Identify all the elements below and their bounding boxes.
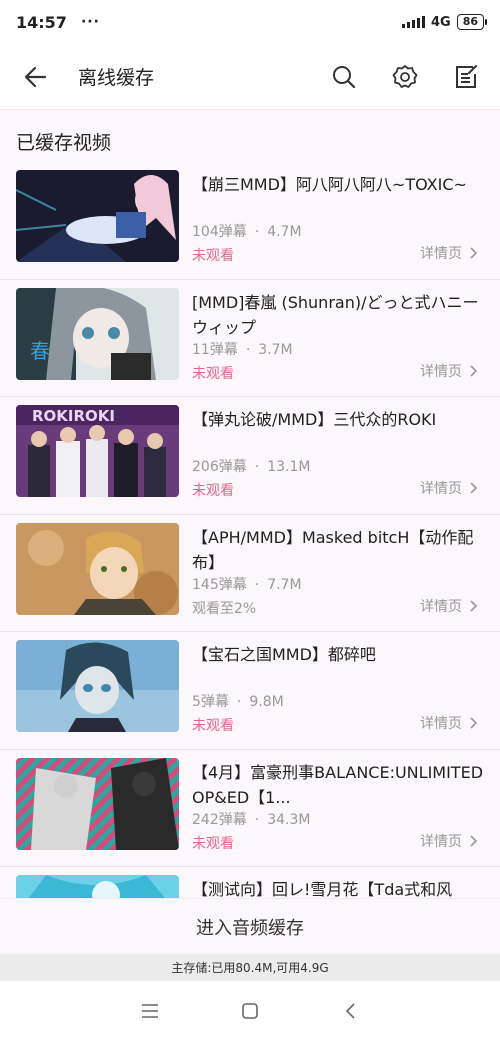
video-title: [MMD]春嵐 (Shunran)/どっと式ハニーウィップ bbox=[192, 292, 479, 337]
detail-label: 详情页 bbox=[420, 716, 462, 732]
video-meta: 206弹幕 · 13.1M bbox=[192, 459, 311, 475]
detail-label: 详情页 bbox=[420, 833, 462, 850]
list-item[interactable]: 【宝石之国MMD】都碎吧 5弹幕 · 9.8M 未观看 详情页 bbox=[0, 632, 500, 750]
chevron-right-icon bbox=[470, 482, 478, 494]
video-meta: 145弹幕 · 7.7M bbox=[192, 576, 302, 593]
file-size: 13.1M bbox=[267, 459, 311, 475]
video-title: 【4月】富豪刑事BALANCE:UNLIMITED OP&ED【1... bbox=[192, 762, 484, 807]
page-title: 离线缓存 bbox=[78, 67, 155, 89]
square-icon bbox=[242, 1002, 258, 1019]
chevron-right-icon bbox=[470, 834, 478, 847]
back-button[interactable] bbox=[14, 55, 58, 99]
danmaku-count: 145弹幕 bbox=[192, 576, 247, 593]
watch-status: 未观看 bbox=[192, 365, 234, 382]
list-item[interactable]: 春 [MMD]春嵐 (Shunran)/どっと式ハニーウィップ 11弹幕 · 3.7… bbox=[0, 280, 500, 397]
detail-link[interactable]: 详情页 bbox=[420, 478, 478, 498]
list-item[interactable]: 【APH/MMD】Masked bitcH【动作配布】 145弹幕 · 7.7M 观… bbox=[0, 515, 500, 632]
video-title: 【宝石之国MMD】都碎吧 bbox=[192, 645, 376, 664]
video-title: 【APH/MMD】Masked bitcH【动作配布】 bbox=[192, 527, 474, 572]
video-title: 【崩三MMD】阿八阿八阿八~TOXIC~ bbox=[192, 175, 467, 194]
danmaku-count: 11弹幕 bbox=[192, 341, 238, 358]
video-title: 【弹丸论破/MMD】三代众的ROKI bbox=[192, 410, 437, 429]
watch-status: 观看至2% bbox=[192, 600, 257, 617]
video-meta: 11弹幕 · 3.7M bbox=[192, 341, 293, 358]
thumb-text: ROKIROKI bbox=[32, 407, 115, 425]
video-thumbnail: 春 bbox=[16, 287, 179, 380]
chevron-left-icon bbox=[345, 1002, 355, 1019]
detail-link[interactable]: 详情页 bbox=[420, 596, 478, 616]
menu-button[interactable] bbox=[130, 991, 170, 1031]
video-thumbnail bbox=[16, 757, 179, 850]
video-thumbnail bbox=[16, 170, 179, 262]
battery-icon: 86 bbox=[456, 14, 488, 30]
list-item[interactable]: ROKIROKI 【弹丸论破/MMD】三代众的ROKI 206弹幕 · 13.1M … bbox=[0, 397, 500, 515]
detail-label: 详情页 bbox=[420, 598, 462, 615]
menu-icon bbox=[142, 1003, 158, 1018]
app-bar: 离线缓存 bbox=[0, 44, 500, 110]
settings-button[interactable] bbox=[385, 57, 425, 97]
video-thumbnail bbox=[16, 640, 179, 732]
nav-back-button[interactable] bbox=[330, 991, 370, 1031]
signal-icon bbox=[401, 16, 425, 28]
edit-button[interactable] bbox=[446, 57, 486, 97]
file-size: 4.7M bbox=[267, 224, 302, 240]
search-button[interactable] bbox=[324, 57, 364, 97]
file-size: 7.7M bbox=[267, 576, 302, 593]
file-size: 34.3M bbox=[267, 811, 311, 828]
arrow-left-icon bbox=[24, 66, 47, 87]
danmaku-count: 242弹幕 bbox=[192, 811, 247, 828]
gear-icon bbox=[392, 64, 418, 88]
detail-link[interactable]: 详情页 bbox=[420, 713, 478, 733]
detail-label: 详情页 bbox=[420, 363, 462, 380]
storage-info: 主存储:已用80.4M,可用4.9G bbox=[0, 954, 500, 981]
audio-cache-button[interactable]: 进入音频缓存 bbox=[0, 898, 500, 954]
search-icon bbox=[333, 65, 356, 88]
video-thumbnail: ROKIROKI bbox=[16, 405, 179, 497]
watch-status: 未观看 bbox=[192, 483, 234, 499]
list-item[interactable]: 【崩三MMD】阿八阿八阿八~TOXIC~ 104弹幕 · 4.7M 未观看 详情页 bbox=[0, 162, 500, 280]
detail-link[interactable]: 详情页 bbox=[420, 831, 478, 851]
detail-label: 详情页 bbox=[420, 481, 462, 497]
danmaku-count: 5弹幕 bbox=[192, 694, 229, 710]
danmaku-count: 206弹幕 bbox=[192, 459, 247, 475]
detail-link[interactable]: 详情页 bbox=[420, 243, 478, 263]
watch-status: 未观看 bbox=[192, 248, 234, 264]
video-thumbnail bbox=[16, 522, 179, 615]
thumb-text: 春 bbox=[30, 339, 50, 363]
system-nav-bar bbox=[0, 981, 500, 1040]
detail-link[interactable]: 详情页 bbox=[420, 361, 478, 381]
chevron-right-icon bbox=[470, 364, 478, 377]
status-time: 14:57 bbox=[16, 12, 67, 32]
file-size: 3.7M bbox=[258, 341, 293, 358]
watch-status: 未观看 bbox=[192, 835, 234, 852]
list-item[interactable]: 【4月】富豪刑事BALANCE:UNLIMITED OP&ED【1... 242… bbox=[0, 750, 500, 867]
chevron-right-icon bbox=[470, 247, 478, 259]
chevron-right-icon bbox=[470, 717, 478, 729]
chevron-right-icon bbox=[470, 599, 478, 612]
notification-dots: ··· bbox=[80, 14, 100, 30]
video-meta: 242弹幕 · 34.3M bbox=[192, 811, 311, 828]
section-title: 已缓存视频 bbox=[16, 132, 112, 154]
detail-label: 详情页 bbox=[420, 246, 462, 262]
file-size: 9.8M bbox=[249, 694, 284, 710]
home-button[interactable] bbox=[230, 991, 270, 1031]
video-meta: 104弹幕 · 4.7M bbox=[192, 224, 302, 240]
edit-icon bbox=[456, 64, 477, 88]
video-meta: 5弹幕 · 9.8M bbox=[192, 694, 284, 710]
watch-status: 未观看 bbox=[192, 718, 234, 734]
network-label: 4G bbox=[430, 14, 451, 30]
danmaku-count: 104弹幕 bbox=[192, 224, 247, 240]
status-bar: 14:57 ··· 4G 86 bbox=[0, 0, 500, 44]
video-list: 【崩三MMD】阿八阿八阿八~TOXIC~ 104弹幕 · 4.7M 未观看 详情页 … bbox=[0, 162, 500, 985]
